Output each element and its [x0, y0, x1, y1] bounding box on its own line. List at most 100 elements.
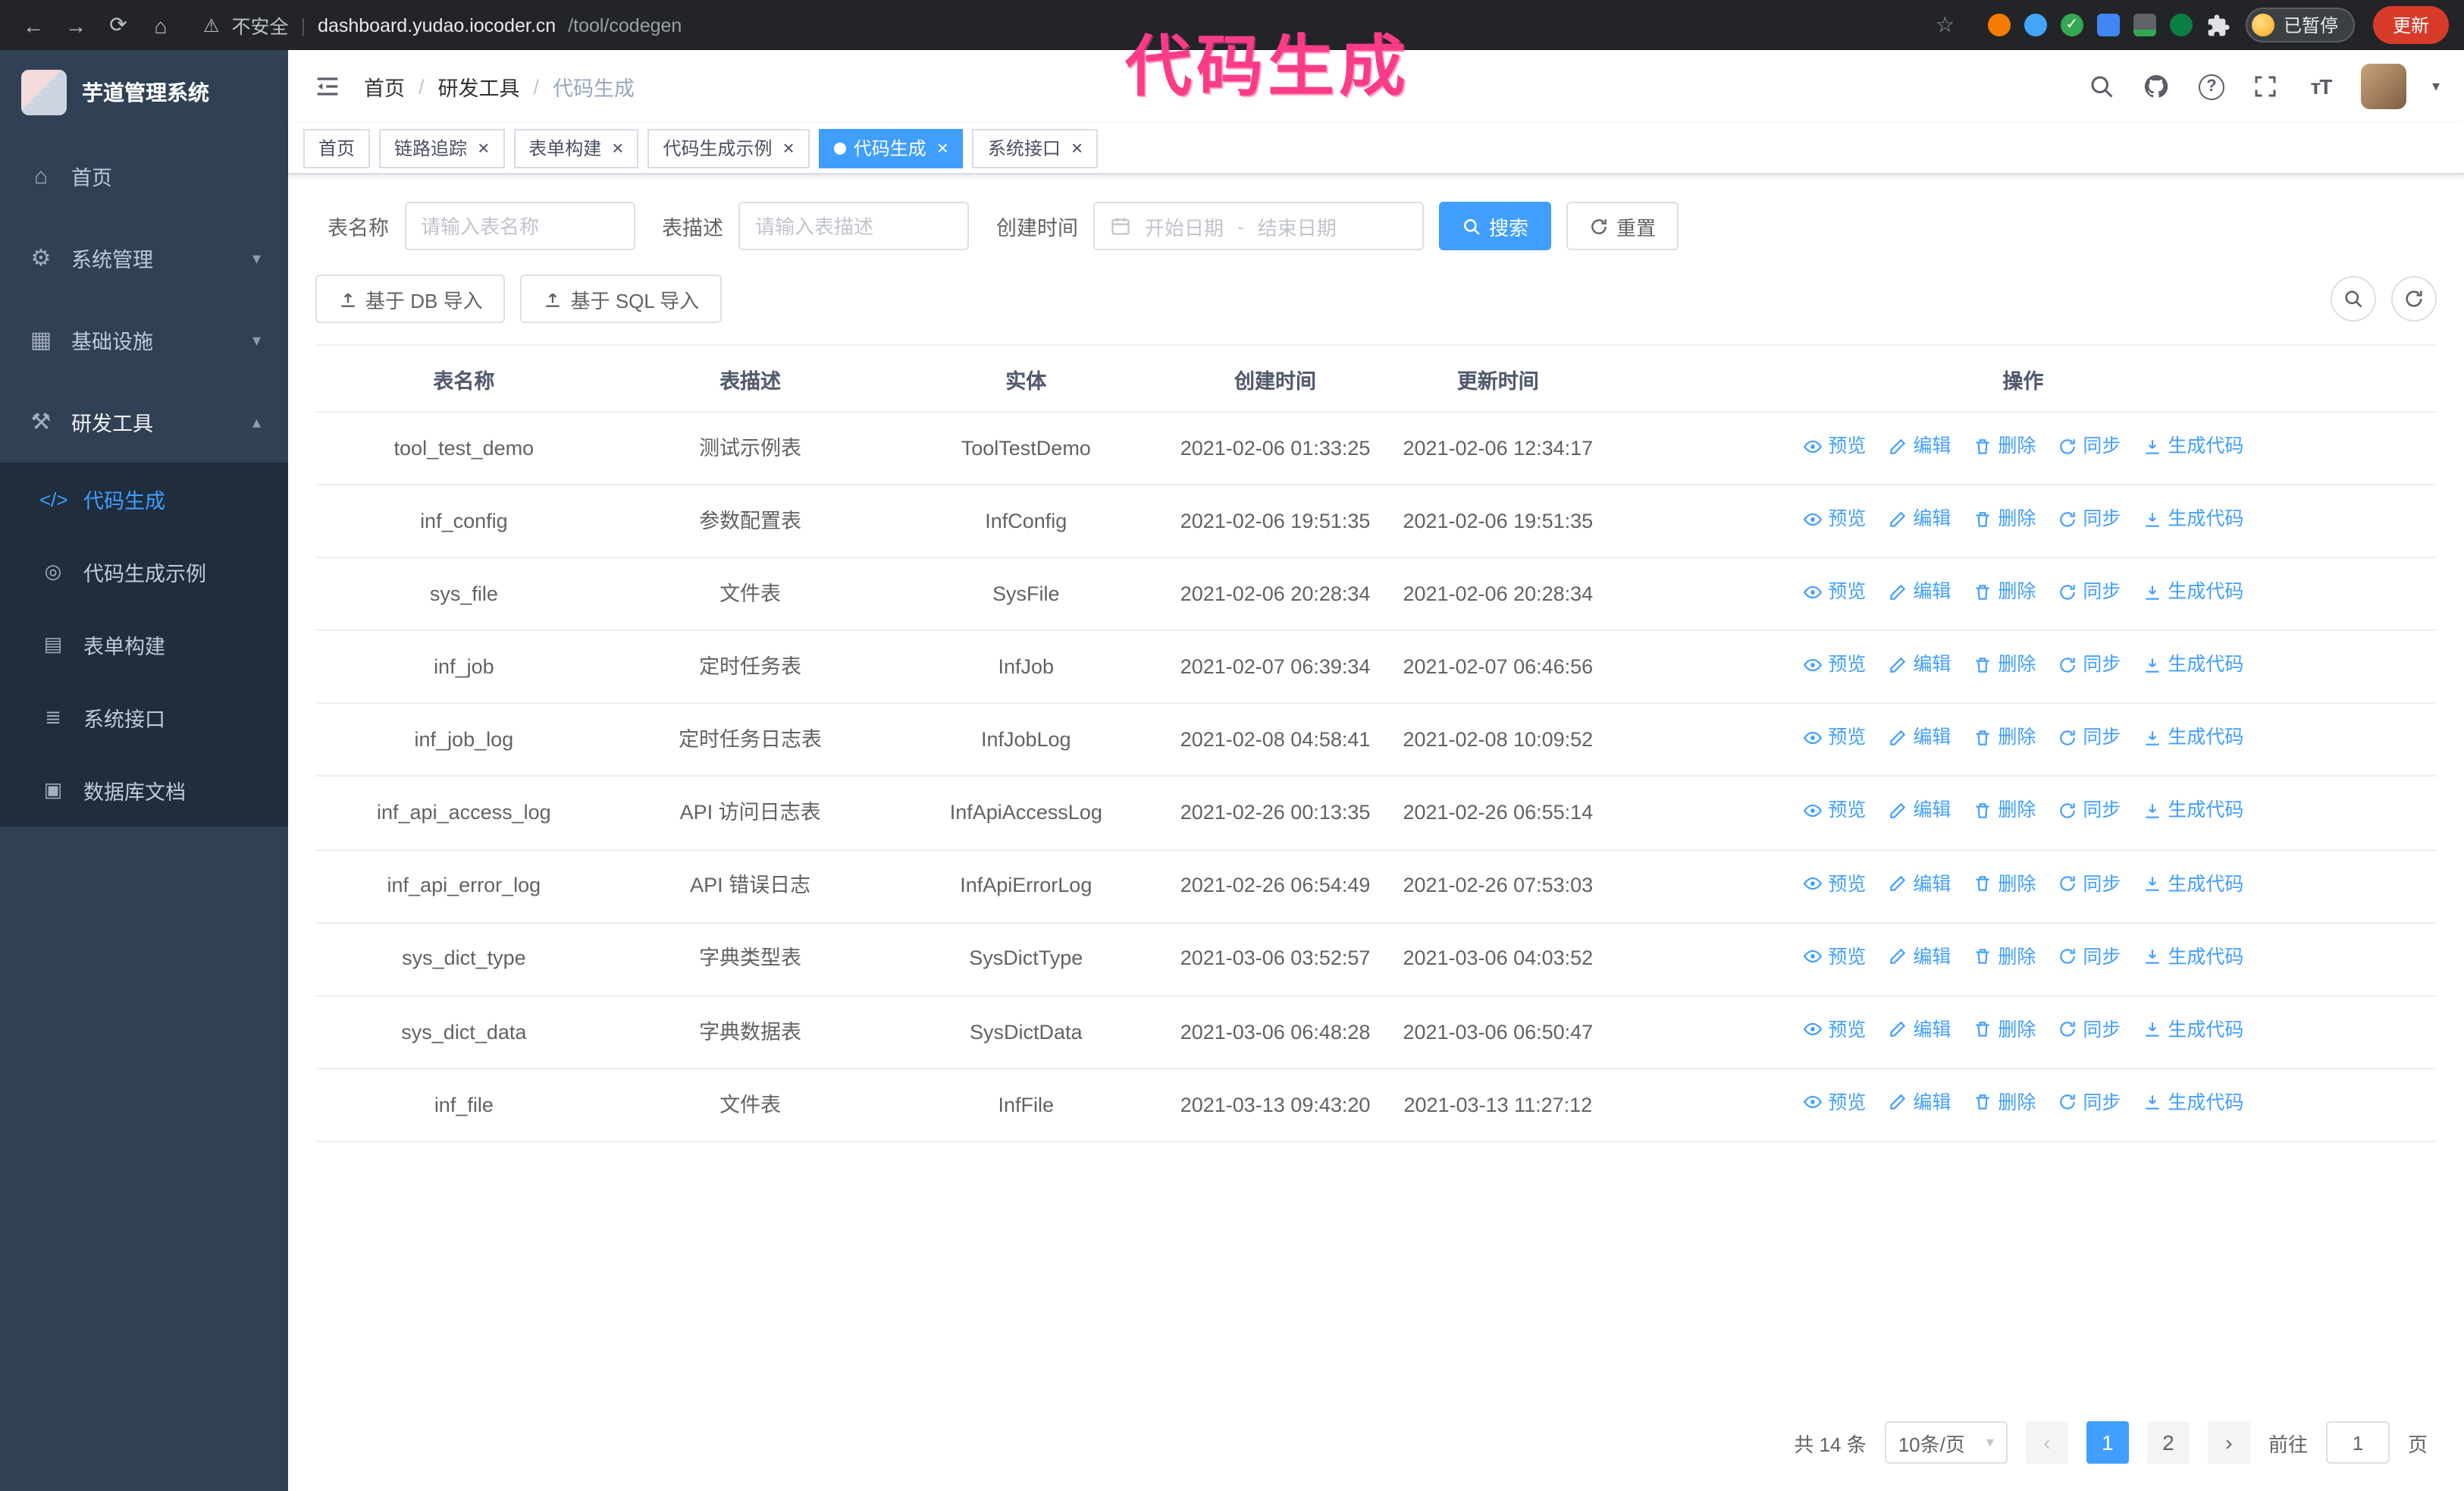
- import-db-button[interactable]: 基于 DB 导入: [315, 275, 506, 323]
- tab-codegen-example[interactable]: 代码生成示例 ×: [647, 128, 810, 168]
- search-icon[interactable]: [2088, 72, 2117, 101]
- sidebar-item-database-docs[interactable]: ▣ 数据库文档: [0, 754, 288, 827]
- sidebar-item-infrastructure[interactable]: ▦ 基础设施 ▾: [0, 299, 288, 381]
- edit-action-link[interactable]: 编辑: [1887, 1088, 1951, 1118]
- extension-icon-1[interactable]: [1987, 14, 2011, 36]
- generate-action-link[interactable]: 生成代码: [2142, 431, 2243, 461]
- sync-action-link[interactable]: 同步: [2057, 1088, 2121, 1118]
- sidebar-item-system-api[interactable]: ≣ 系统接口: [0, 681, 288, 754]
- tab-form-builder[interactable]: 表单构建 ×: [513, 128, 639, 168]
- sidebar-item-dev-tools[interactable]: ⚒ 研发工具 ▴: [0, 381, 288, 463]
- edit-action-link[interactable]: 编辑: [1887, 431, 1951, 461]
- sync-action-link[interactable]: 同步: [2057, 1015, 2121, 1045]
- help-icon[interactable]: ?: [2197, 72, 2226, 101]
- sync-action-link[interactable]: 同步: [2057, 796, 2121, 826]
- sync-action-link[interactable]: 同步: [2057, 576, 2121, 607]
- extension-icon-6[interactable]: [2169, 14, 2193, 36]
- generate-action-link[interactable]: 生成代码: [2142, 504, 2243, 534]
- delete-action-link[interactable]: 删除: [1972, 796, 2036, 826]
- sidebar-toggle-icon[interactable]: [312, 71, 343, 102]
- sync-action-link[interactable]: 同步: [2057, 723, 2121, 753]
- breadcrumb-devtools[interactable]: 研发工具: [438, 71, 520, 102]
- reset-button[interactable]: 重置: [1566, 202, 1679, 250]
- extensions-puzzle-icon[interactable]: [2206, 13, 2230, 37]
- sidebar-item-home[interactable]: ⌂ 首页: [0, 135, 288, 217]
- preview-action-link[interactable]: 预览: [1802, 431, 1866, 461]
- delete-action-link[interactable]: 删除: [1972, 941, 2036, 972]
- tab-home[interactable]: 首页: [303, 128, 371, 168]
- preview-action-link[interactable]: 预览: [1802, 576, 1866, 607]
- paused-badge[interactable]: 已暂停: [2245, 8, 2355, 42]
- generate-action-link[interactable]: 生成代码: [2142, 868, 2243, 899]
- generate-action-link[interactable]: 生成代码: [2142, 941, 2243, 972]
- bookmark-star-icon[interactable]: ☆: [1936, 12, 1955, 38]
- page-button-1[interactable]: 1: [2086, 1421, 2129, 1464]
- import-sql-button[interactable]: 基于 SQL 导入: [520, 275, 723, 323]
- preview-action-link[interactable]: 预览: [1802, 1088, 1866, 1118]
- page-button-2[interactable]: 2: [2146, 1421, 2190, 1464]
- extension-icon-4[interactable]: [2096, 14, 2120, 36]
- edit-action-link[interactable]: 编辑: [1887, 941, 1951, 972]
- toggle-search-button[interactable]: [2331, 276, 2376, 322]
- generate-action-link[interactable]: 生成代码: [2142, 1015, 2243, 1045]
- fullscreen-icon[interactable]: [2252, 72, 2281, 101]
- user-menu-caret-icon[interactable]: ▾: [2432, 78, 2440, 95]
- preview-action-link[interactable]: 预览: [1802, 868, 1866, 899]
- font-size-icon[interactable]: ᴛT: [2306, 72, 2335, 101]
- preview-action-link[interactable]: 预览: [1802, 941, 1866, 972]
- browser-update-button[interactable]: 更新: [2372, 6, 2449, 44]
- preview-action-link[interactable]: 预览: [1802, 504, 1866, 534]
- sync-action-link[interactable]: 同步: [2057, 941, 2121, 972]
- table-name-input[interactable]: [404, 202, 635, 250]
- delete-action-link[interactable]: 删除: [1972, 431, 2036, 461]
- extension-icon-3[interactable]: ✓: [2060, 14, 2083, 36]
- tab-close-icon[interactable]: ×: [783, 138, 795, 158]
- preview-action-link[interactable]: 预览: [1802, 796, 1866, 826]
- delete-action-link[interactable]: 删除: [1972, 1015, 2036, 1045]
- date-range-picker[interactable]: 开始日期 - 结束日期: [1093, 202, 1424, 250]
- tab-codegen[interactable]: 代码生成 ×: [818, 128, 964, 168]
- tab-close-icon[interactable]: ×: [1071, 138, 1083, 158]
- tab-close-icon[interactable]: ×: [937, 138, 948, 158]
- preview-action-link[interactable]: 预览: [1802, 723, 1866, 753]
- page-size-select[interactable]: 10条/页 ▾: [1884, 1421, 2008, 1464]
- browser-forward-button[interactable]: →: [58, 7, 94, 43]
- address-bar[interactable]: ⚠ 不安全 | dashboard.yudao.iocoder.cn/tool/…: [185, 11, 1973, 39]
- edit-action-link[interactable]: 编辑: [1887, 504, 1951, 534]
- extension-icon-5[interactable]: [2133, 14, 2156, 36]
- delete-action-link[interactable]: 删除: [1972, 504, 2036, 534]
- generate-action-link[interactable]: 生成代码: [2142, 796, 2243, 826]
- browser-back-button[interactable]: ←: [15, 7, 52, 43]
- delete-action-link[interactable]: 删除: [1972, 576, 2036, 607]
- user-avatar[interactable]: [2360, 64, 2406, 109]
- extension-icon-2[interactable]: [2024, 14, 2047, 36]
- breadcrumb-home[interactable]: 首页: [364, 71, 405, 102]
- edit-action-link[interactable]: 编辑: [1887, 868, 1951, 899]
- delete-action-link[interactable]: 删除: [1972, 1088, 2036, 1118]
- sidebar-item-codegen-example[interactable]: ◎ 代码生成示例: [0, 535, 288, 608]
- delete-action-link[interactable]: 删除: [1972, 650, 2036, 680]
- tab-system-api[interactable]: 系统接口 ×: [972, 128, 1099, 168]
- generate-action-link[interactable]: 生成代码: [2142, 650, 2243, 680]
- preview-action-link[interactable]: 预览: [1802, 1015, 1866, 1045]
- generate-action-link[interactable]: 生成代码: [2142, 576, 2243, 607]
- table-desc-input[interactable]: [738, 202, 969, 250]
- tab-close-icon[interactable]: ×: [478, 138, 489, 158]
- browser-home-button[interactable]: ⌂: [143, 7, 179, 43]
- edit-action-link[interactable]: 编辑: [1887, 650, 1951, 680]
- tab-close-icon[interactable]: ×: [612, 138, 623, 158]
- generate-action-link[interactable]: 生成代码: [2142, 1088, 2243, 1118]
- edit-action-link[interactable]: 编辑: [1887, 796, 1951, 826]
- next-page-button[interactable]: ›: [2207, 1421, 2250, 1464]
- github-icon[interactable]: [2143, 72, 2171, 101]
- search-button[interactable]: 搜索: [1439, 202, 1552, 250]
- sync-action-link[interactable]: 同步: [2057, 650, 2121, 680]
- sidebar-item-system-management[interactable]: ⚙ 系统管理 ▾: [0, 217, 288, 299]
- refresh-table-button[interactable]: [2391, 276, 2437, 322]
- prev-page-button[interactable]: ‹: [2025, 1421, 2068, 1464]
- goto-page-input[interactable]: [2325, 1421, 2390, 1464]
- sync-action-link[interactable]: 同步: [2057, 431, 2121, 461]
- sidebar-item-form-builder[interactable]: ▤ 表单构建: [0, 608, 288, 681]
- edit-action-link[interactable]: 编辑: [1887, 576, 1951, 607]
- preview-action-link[interactable]: 预览: [1802, 650, 1866, 680]
